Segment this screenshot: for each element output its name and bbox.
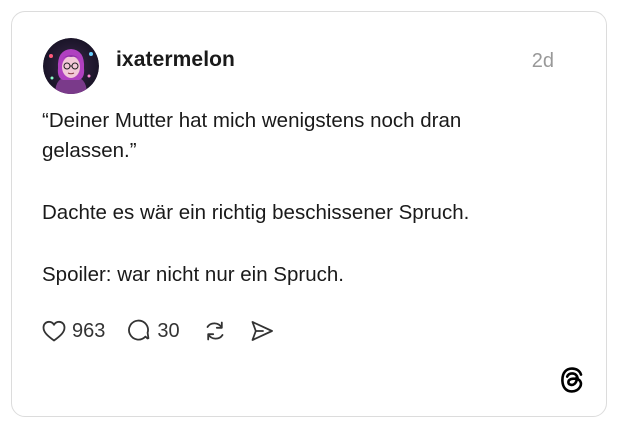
- post-text-line: Dachte es wär ein richtig beschissener S…: [42, 201, 470, 224]
- post-text-line: gelassen.”: [42, 139, 137, 162]
- threads-logo-icon[interactable]: [558, 366, 586, 394]
- repost-button[interactable]: [202, 319, 228, 343]
- threads-logo-icon: [561, 367, 583, 393]
- heart-icon: [42, 320, 66, 342]
- share-button[interactable]: [250, 320, 274, 342]
- reply-button[interactable]: 30: [127, 319, 180, 343]
- like-count: 963: [72, 319, 106, 342]
- reply-count: 30: [157, 319, 180, 342]
- post-text-line: “Deiner Mutter hat mich wenigstens noch …: [42, 109, 462, 132]
- username[interactable]: ixatermelon: [116, 48, 235, 72]
- avatar-image: [43, 38, 99, 94]
- post-body: “Deiner Mutter hat mich wenigstens noch …: [42, 106, 582, 290]
- post-card: ixatermelon 2d “Deiner Mutter hat mich w…: [11, 11, 607, 417]
- speech-bubble-icon: [128, 319, 150, 341]
- like-button[interactable]: 963: [42, 320, 105, 343]
- repost-icon: [206, 321, 224, 341]
- avatar[interactable]: [43, 38, 99, 94]
- post-timestamp: 2d: [531, 50, 554, 72]
- post-actions: 963 30: [42, 316, 274, 346]
- send-icon: [251, 321, 273, 341]
- post-text-line: Spoiler: war nicht nur ein Spruch.: [42, 263, 344, 286]
